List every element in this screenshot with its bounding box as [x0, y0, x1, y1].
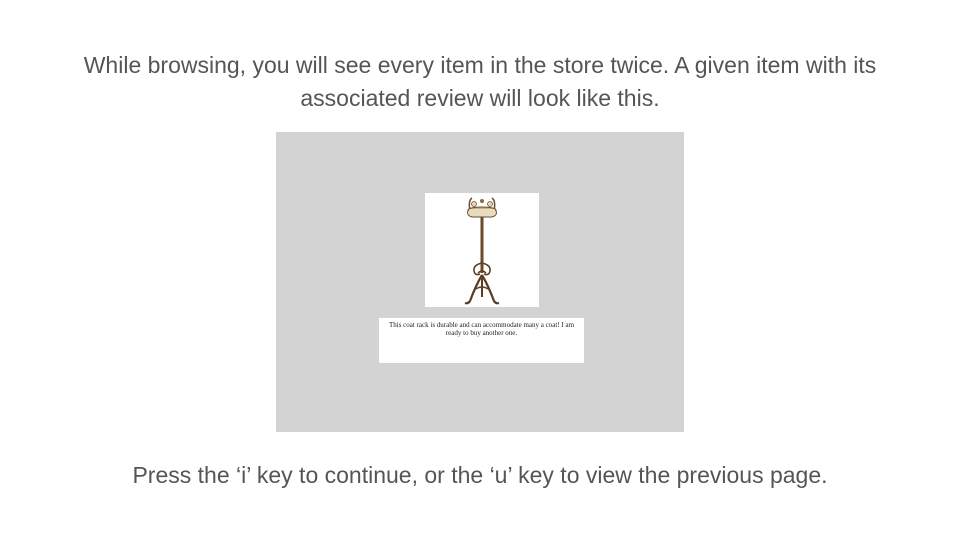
product-image — [425, 193, 539, 307]
review-text-box: This coat rack is durable and can accomm… — [379, 318, 584, 363]
intro-instruction-text: While browsing, you will see every item … — [83, 52, 877, 111]
navigation-instruction-text: Press the ‘i’ key to continue, or the ‘u… — [132, 462, 828, 488]
example-item-panel: This coat rack is durable and can accomm… — [276, 132, 684, 432]
coat-rack-icon — [464, 197, 500, 305]
